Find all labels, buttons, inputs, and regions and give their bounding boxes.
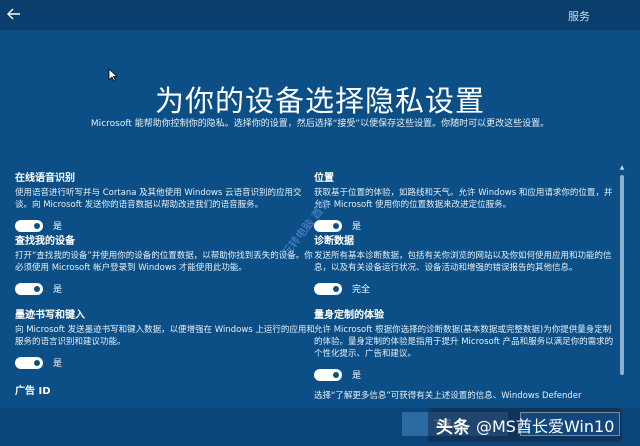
setting-title: 查找我的设备 — [15, 236, 75, 247]
brand-handle: @MS酋长爱Win10 — [476, 417, 615, 436]
toggle-state-label: 是 — [53, 222, 63, 232]
find-my-device-toggle[interactable] — [15, 282, 43, 295]
setting-title: 广告 ID — [15, 386, 51, 397]
back-button[interactable] — [2, 2, 26, 26]
setting-title: 量身定制的体验 — [314, 310, 384, 321]
setting-title: 位置 — [314, 173, 334, 184]
toggle-state-label: 是 — [352, 371, 362, 381]
scroll-up-icon[interactable]: ▲ — [619, 165, 625, 171]
toggle-state-label: 是 — [53, 359, 63, 369]
setting-speech-recognition: 在线语音识别 使用语音进行听写并与 Cortana 及其他使用 Windows … — [15, 172, 315, 232]
scroll-thumb[interactable] — [620, 175, 624, 375]
back-arrow-icon — [7, 8, 20, 20]
tailored-experiences-toggle[interactable] — [314, 368, 342, 381]
setting-description: 打开“查找我的设备”并使用你的设备的位置数据，以帮助你找到丢失的设备。你必须使用… — [15, 251, 313, 273]
diagnostic-data-toggle[interactable] — [314, 282, 342, 295]
setting-title: 在线语音识别 — [15, 173, 75, 184]
inking-typing-toggle[interactable] — [15, 356, 43, 369]
brand-name: 头条 — [436, 417, 470, 438]
setting-description: 向 Microsoft 发送墨迹书写和键入数据，以便增强在 Windows 上运… — [15, 325, 315, 347]
window-title: 服务 — [568, 10, 590, 23]
setting-description: 获取基于位置的体验，如路线和天气。允许 Windows 和应用请求你的位置，并允… — [314, 188, 613, 210]
setting-title: 墨迹书写和键入 — [15, 310, 85, 321]
setting-description: 使用语音进行听写并与 Cortana 及其他使用 Windows 云语音识别的应… — [15, 188, 302, 210]
setting-find-my-device: 查找我的设备 打开“查找我的设备”并使用你的设备的位置数据，以帮助你找到丢失的设… — [15, 235, 315, 295]
watermark-logo: 头条 @MS酋长爱Win10 — [428, 408, 623, 442]
page-title: 为你的设备选择隐私设置 — [154, 84, 485, 118]
scrollbar[interactable]: ▲ ▼ — [619, 165, 625, 415]
setting-diagnostic-data: 诊断数据 发送所有基本诊断数据，包括有关你浏览的网站以及你如何使用应用和功能的信… — [314, 235, 614, 295]
setting-title: 诊断数据 — [314, 236, 354, 247]
more-info-text: 选择“了解更多信息”可获得有关上述设置的信息、Windows Defender — [314, 391, 582, 399]
setting-advertising-id: 广告 ID — [15, 385, 315, 399]
setting-tailored-experiences: 量身定制的体验 允许 Microsoft 根据你选择的诊断数据(基本数据或完整数… — [314, 309, 614, 381]
setting-location: 位置 获取基于位置的体验，如路线和天气。允许 Windows 和应用请求你的位置… — [314, 172, 614, 232]
toggle-state-label: 是 — [53, 285, 63, 295]
setting-description: 允许 Microsoft 根据你选择的诊断数据(基本数据或完整数据)为你提供量身… — [314, 325, 614, 359]
toggle-state-label: 完全 — [352, 285, 371, 295]
page-subtitle: Microsoft 能帮助你控制你的隐私。选择你的设置，然后选择“接受”以便保存… — [90, 119, 550, 129]
setting-description: 发送所有基本诊断数据，包括有关你浏览的网站以及你如何使用应用和功能的信息，以及有… — [314, 251, 612, 273]
title-bar: 服务 — [0, 0, 640, 30]
toggle-state-label: 是 — [352, 222, 362, 232]
setting-inking-typing: 墨迹书写和键入 向 Microsoft 发送墨迹书写和键入数据，以便增强在 Wi… — [15, 309, 315, 369]
speech-recognition-toggle[interactable] — [15, 219, 43, 232]
